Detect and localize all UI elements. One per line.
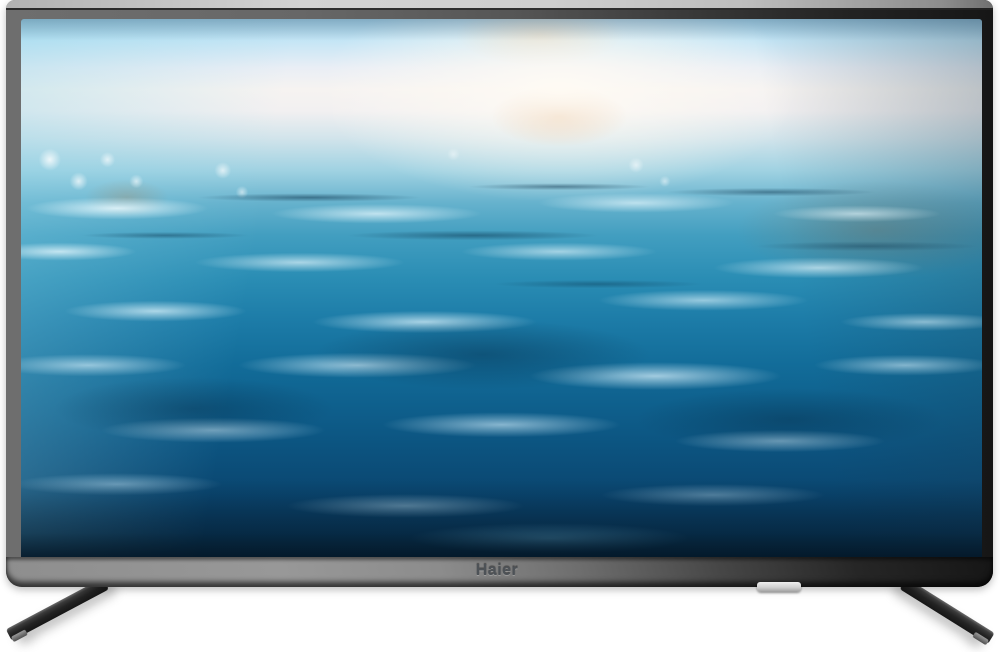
product-photo-stage: Haier xyxy=(0,0,1000,652)
ir-sensor-tab xyxy=(757,582,801,592)
television-chassis: Haier xyxy=(6,0,993,587)
tv-top-edge-highlight xyxy=(6,0,993,10)
wave-shadows-vignette xyxy=(21,19,982,560)
tv-screen xyxy=(21,19,982,560)
tv-stand-left-leg xyxy=(6,578,109,641)
tv-stand-right-leg xyxy=(900,578,995,644)
brand-logo: Haier xyxy=(455,560,539,582)
